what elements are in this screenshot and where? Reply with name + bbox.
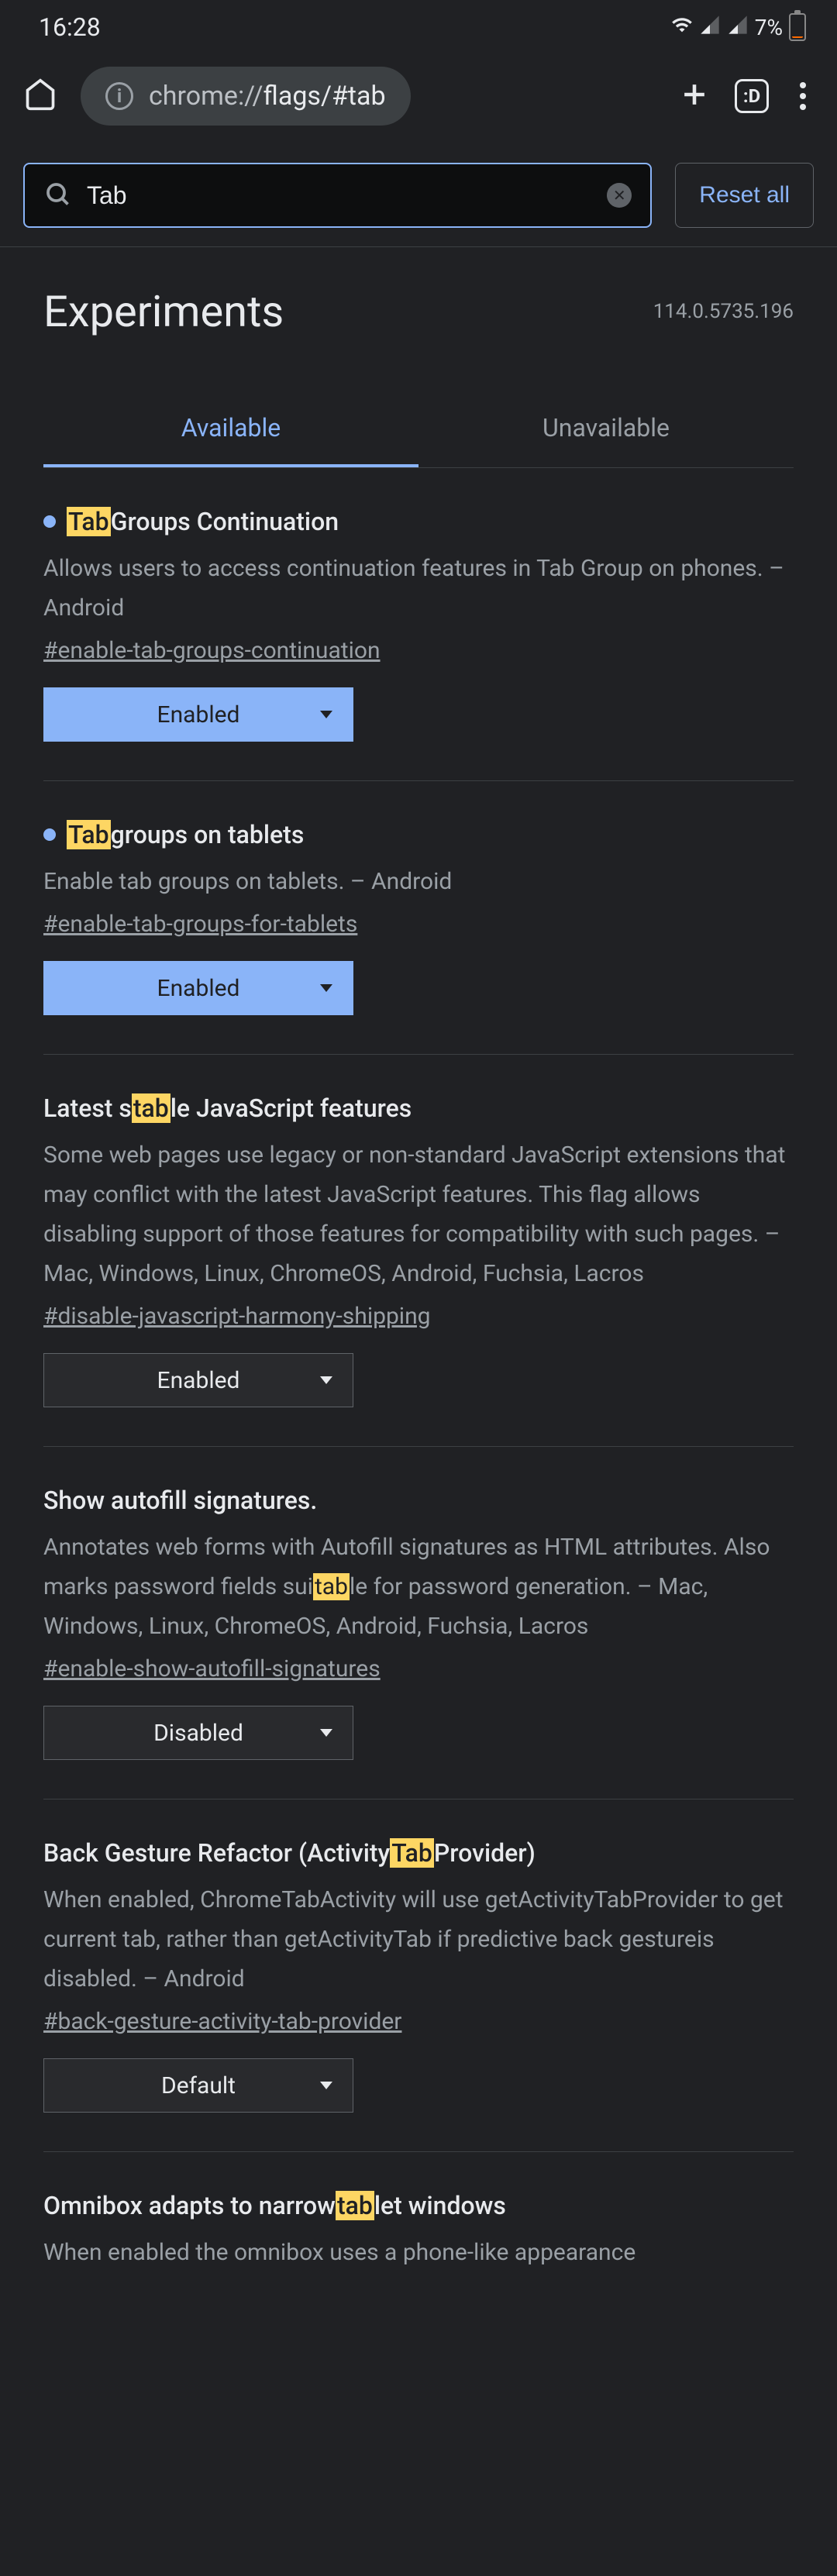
modified-dot-icon <box>43 828 56 841</box>
home-icon[interactable] <box>23 77 57 115</box>
url-bar[interactable]: i chrome://flags/#tab <box>81 67 411 126</box>
status-bar: 16:28 7% <box>0 0 837 48</box>
search-row: ✕ Reset all <box>0 144 837 247</box>
new-tab-icon[interactable] <box>677 77 711 115</box>
flag-item: Back Gesture Refactor (Activity Tab Prov… <box>43 1799 794 2152</box>
page-header: Experiments 114.0.5735.196 <box>0 247 837 360</box>
flag-hash-link[interactable]: #enable-show-autofill-signatures <box>43 1655 381 1682</box>
flag-hash-link[interactable]: #back-gesture-activity-tab-provider <box>43 2008 401 2035</box>
clear-icon[interactable]: ✕ <box>607 183 632 208</box>
flag-dropdown[interactable]: Enabled <box>43 1353 353 1407</box>
info-icon[interactable]: i <box>105 82 133 110</box>
search-input[interactable] <box>87 181 591 210</box>
flag-title: Latest stable JavaScript features <box>43 1093 794 1123</box>
flag-hash-link[interactable]: #disable-javascript-harmony-shipping <box>43 1303 431 1330</box>
signal-2-icon <box>727 14 749 41</box>
flag-description: Some web pages use legacy or non-standar… <box>43 1135 794 1293</box>
modified-dot-icon <box>43 515 56 528</box>
flag-dropdown[interactable]: Default <box>43 2058 353 2113</box>
battery-percent: 7% <box>755 15 783 40</box>
battery-icon <box>789 13 806 41</box>
flag-hash-link[interactable]: #enable-tab-groups-continuation <box>43 637 381 664</box>
version-label: 114.0.5735.196 <box>653 300 794 323</box>
flag-item: Show autofill signatures. Annotates web f… <box>43 1447 794 1799</box>
signal-1-icon <box>699 14 721 41</box>
flag-description: Enable tab groups on tablets. – Android <box>43 862 794 901</box>
flag-dropdown[interactable]: Enabled <box>43 961 353 1015</box>
flag-item: Omnibox adapts to narrow tablet windows W… <box>43 2152 794 2320</box>
reset-all-button[interactable]: Reset all <box>675 163 814 228</box>
search-box[interactable]: ✕ <box>23 163 652 228</box>
tab-available[interactable]: Available <box>43 391 418 467</box>
flag-item: Tab Groups Continuation Allows users to a… <box>43 468 794 781</box>
flag-title: Show autofill signatures. <box>43 1486 794 1515</box>
tabs: Available Unavailable <box>43 391 794 468</box>
wifi-icon <box>671 14 693 41</box>
flag-description: When enabled, ChromeTabActivity will use… <box>43 1880 794 1999</box>
flag-dropdown[interactable]: Enabled <box>43 687 353 742</box>
flag-title: Omnibox adapts to narrow tablet windows <box>43 2191 794 2220</box>
flag-description: Allows users to access continuation feat… <box>43 549 794 628</box>
flag-title: Tab groups on tablets <box>43 820 794 849</box>
tab-switcher-button[interactable]: :D <box>735 79 769 113</box>
flag-item: Tab groups on tablets Enable tab groups o… <box>43 781 794 1055</box>
status-icons: 7% <box>671 13 806 41</box>
flag-description: Annotates web forms with Autofill signat… <box>43 1527 794 1646</box>
menu-icon[interactable] <box>792 82 814 110</box>
url-text: chrome://flags/#tab <box>149 81 386 112</box>
flag-dropdown[interactable]: Disabled <box>43 1706 353 1760</box>
search-icon <box>43 180 71 211</box>
flag-title: Tab Groups Continuation <box>43 507 794 536</box>
page-title: Experiments <box>43 286 284 337</box>
browser-toolbar: i chrome://flags/#tab :D <box>0 48 837 144</box>
flag-item: Latest stable JavaScript features Some we… <box>43 1055 794 1447</box>
flag-hash-link[interactable]: #enable-tab-groups-for-tablets <box>43 911 357 938</box>
tab-unavailable[interactable]: Unavailable <box>418 391 794 467</box>
flags-list: Tab Groups Continuation Allows users to a… <box>0 468 837 2320</box>
flag-description: When enabled the omnibox uses a phone-li… <box>43 2233 794 2272</box>
status-time: 16:28 <box>39 12 101 42</box>
flag-title: Back Gesture Refactor (Activity Tab Prov… <box>43 1838 794 1868</box>
